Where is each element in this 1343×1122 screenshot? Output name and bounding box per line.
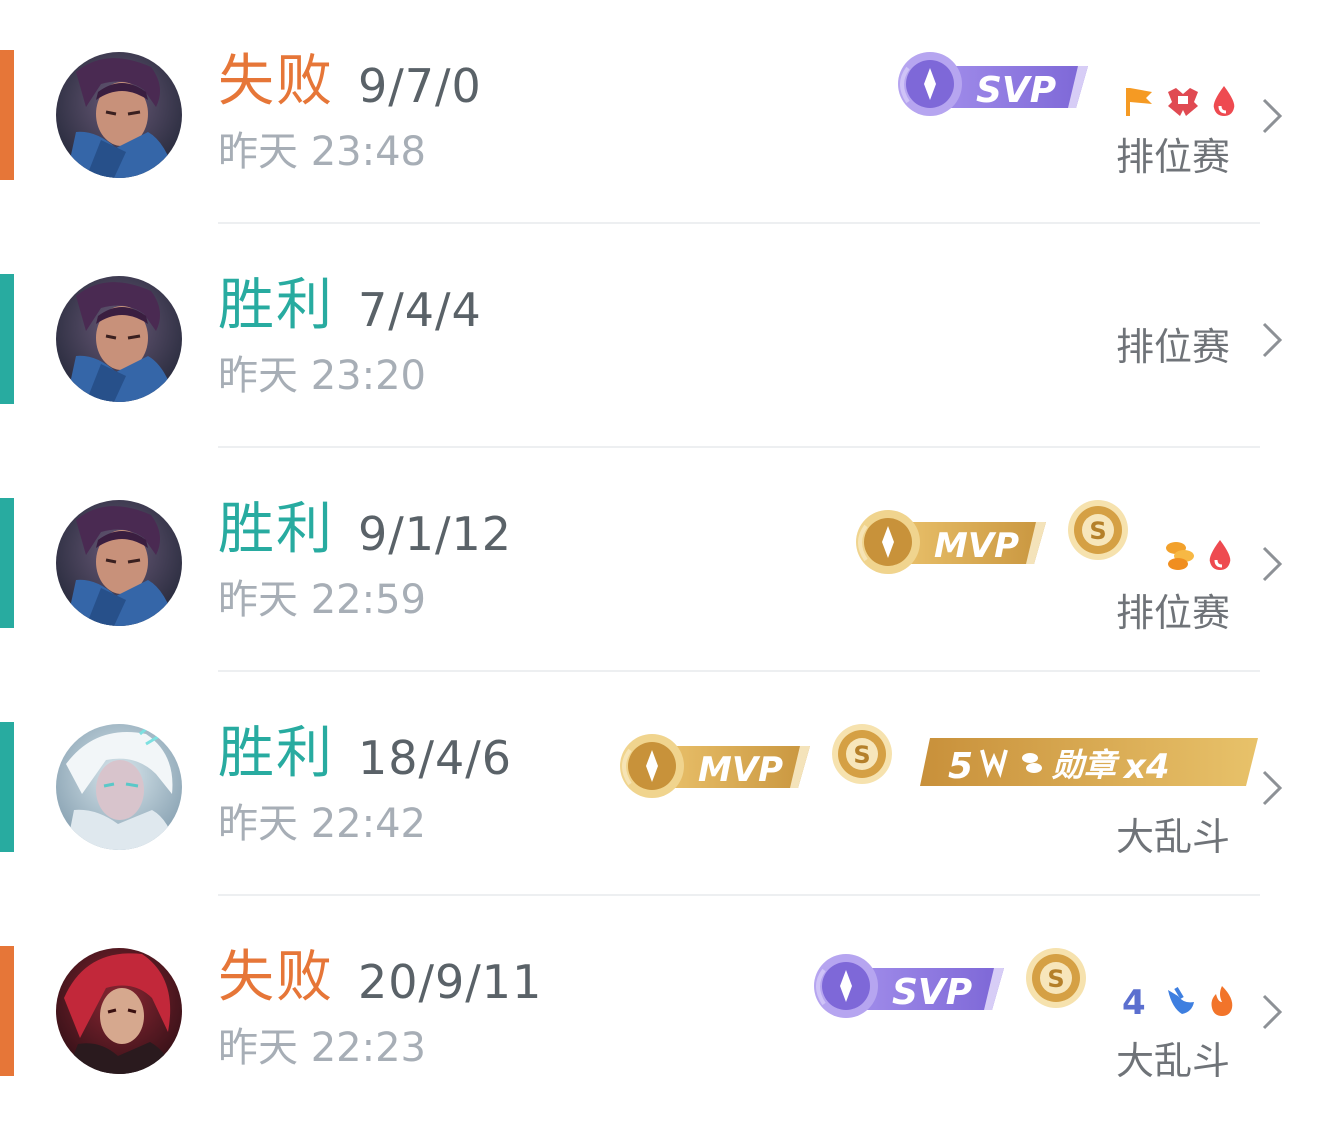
match-row[interactable]: 胜利 7/4/4 昨天 23:20 排位赛 [0, 224, 1343, 448]
match-time: 昨天 22:59 [218, 577, 426, 623]
match-time: 昨天 22:42 [218, 801, 426, 847]
medal-prefix: 5 [948, 746, 973, 787]
s-label: S [853, 741, 870, 769]
fire-icon [1211, 986, 1233, 1016]
result-indicator-bar [0, 946, 14, 1076]
kda-score: 20/9/11 [358, 955, 543, 1009]
game-mode: 排位赛 [1116, 591, 1231, 635]
game-mode: 排位赛 [1116, 325, 1231, 369]
result-indicator-bar [0, 50, 14, 180]
coins-icon [1166, 542, 1194, 570]
match-row[interactable]: 失败 20/9/11 昨天 22:23 SVP S 4 大乱斗 [0, 896, 1343, 1120]
chevron-right-icon[interactable] [1258, 320, 1288, 360]
svp-label: SVP [976, 70, 1056, 111]
game-mode: 排位赛 [1116, 135, 1231, 179]
game-mode: 大乱斗 [1116, 815, 1231, 859]
mvp-label: MVP [934, 526, 1019, 566]
medal-count: x4 [1122, 747, 1170, 787]
match-row[interactable]: 胜利 18/4/6 昨天 22:42 MVP S 5 勋章 x4 大乱斗 [0, 672, 1343, 896]
result-indicator-bar [0, 722, 14, 852]
chevron-right-icon[interactable] [1258, 96, 1288, 136]
svp-badge: SVP [890, 46, 1090, 118]
four-kill-icon: 4 [1122, 984, 1146, 1018]
achievement-icons [1162, 538, 1234, 572]
four-kill-label: 4 [1122, 984, 1146, 1018]
match-time: 昨天 23:48 [218, 129, 426, 175]
result-indicator-bar [0, 498, 14, 628]
kda-score: 9/1/12 [358, 507, 513, 561]
s-medal-badge: S [1024, 946, 1088, 1010]
match-history-list: 失败 9/7/0 昨天 23:48 SVP 排位赛 胜利 7/4/4 昨天 23… [0, 0, 1343, 1122]
water-icon [1168, 986, 1194, 1014]
mvp-label: MVP [698, 750, 783, 790]
medal-count-badge: 5 勋章 x4 [918, 736, 1260, 788]
match-result: 胜利 [218, 497, 334, 562]
achievement-icons [1122, 84, 1238, 118]
match-time: 昨天 23:20 [218, 353, 426, 399]
mvp-badge: MVP [848, 504, 1048, 576]
medal-label: 勋章 [1051, 746, 1120, 784]
hero-portrait-purple-hair [56, 500, 182, 626]
svp-badge: SVP [806, 948, 1006, 1020]
hero-portrait-purple-hair [56, 52, 182, 178]
match-row[interactable]: 胜利 9/1/12 昨天 22:59 MVP S 排位赛 [0, 448, 1343, 672]
match-time: 昨天 22:23 [218, 1025, 426, 1071]
chevron-right-icon[interactable] [1258, 768, 1288, 808]
flag-icon [1126, 88, 1152, 116]
match-result: 失败 [218, 945, 334, 1010]
achievement-icons: 4 [1120, 984, 1238, 1018]
chevron-right-icon[interactable] [1258, 992, 1288, 1032]
kda-score: 18/4/6 [358, 731, 513, 785]
s-medal-badge: S [830, 722, 894, 786]
game-mode: 大乱斗 [1116, 1039, 1231, 1083]
s-label: S [1047, 965, 1064, 993]
s-label: S [1089, 517, 1106, 545]
hero-portrait-purple-hair [56, 276, 182, 402]
match-row[interactable]: 失败 9/7/0 昨天 23:48 SVP 排位赛 [0, 0, 1343, 224]
blood-drop-icon [1213, 86, 1235, 116]
result-indicator-bar [0, 274, 14, 404]
match-result: 失败 [218, 49, 334, 114]
svp-label: SVP [892, 972, 972, 1013]
kda-score: 7/4/4 [358, 283, 482, 337]
match-result: 胜利 [218, 721, 334, 786]
chevron-right-icon[interactable] [1258, 544, 1288, 584]
hero-portrait-red-hair [56, 948, 182, 1074]
blood-drop-icon [1209, 540, 1231, 570]
s-medal-badge: S [1066, 498, 1130, 562]
tower-icon [1168, 88, 1198, 116]
kda-score: 9/7/0 [358, 59, 482, 113]
hero-portrait-white-hair [56, 724, 182, 850]
mvp-badge: MVP [612, 728, 812, 800]
match-result: 胜利 [218, 273, 334, 338]
